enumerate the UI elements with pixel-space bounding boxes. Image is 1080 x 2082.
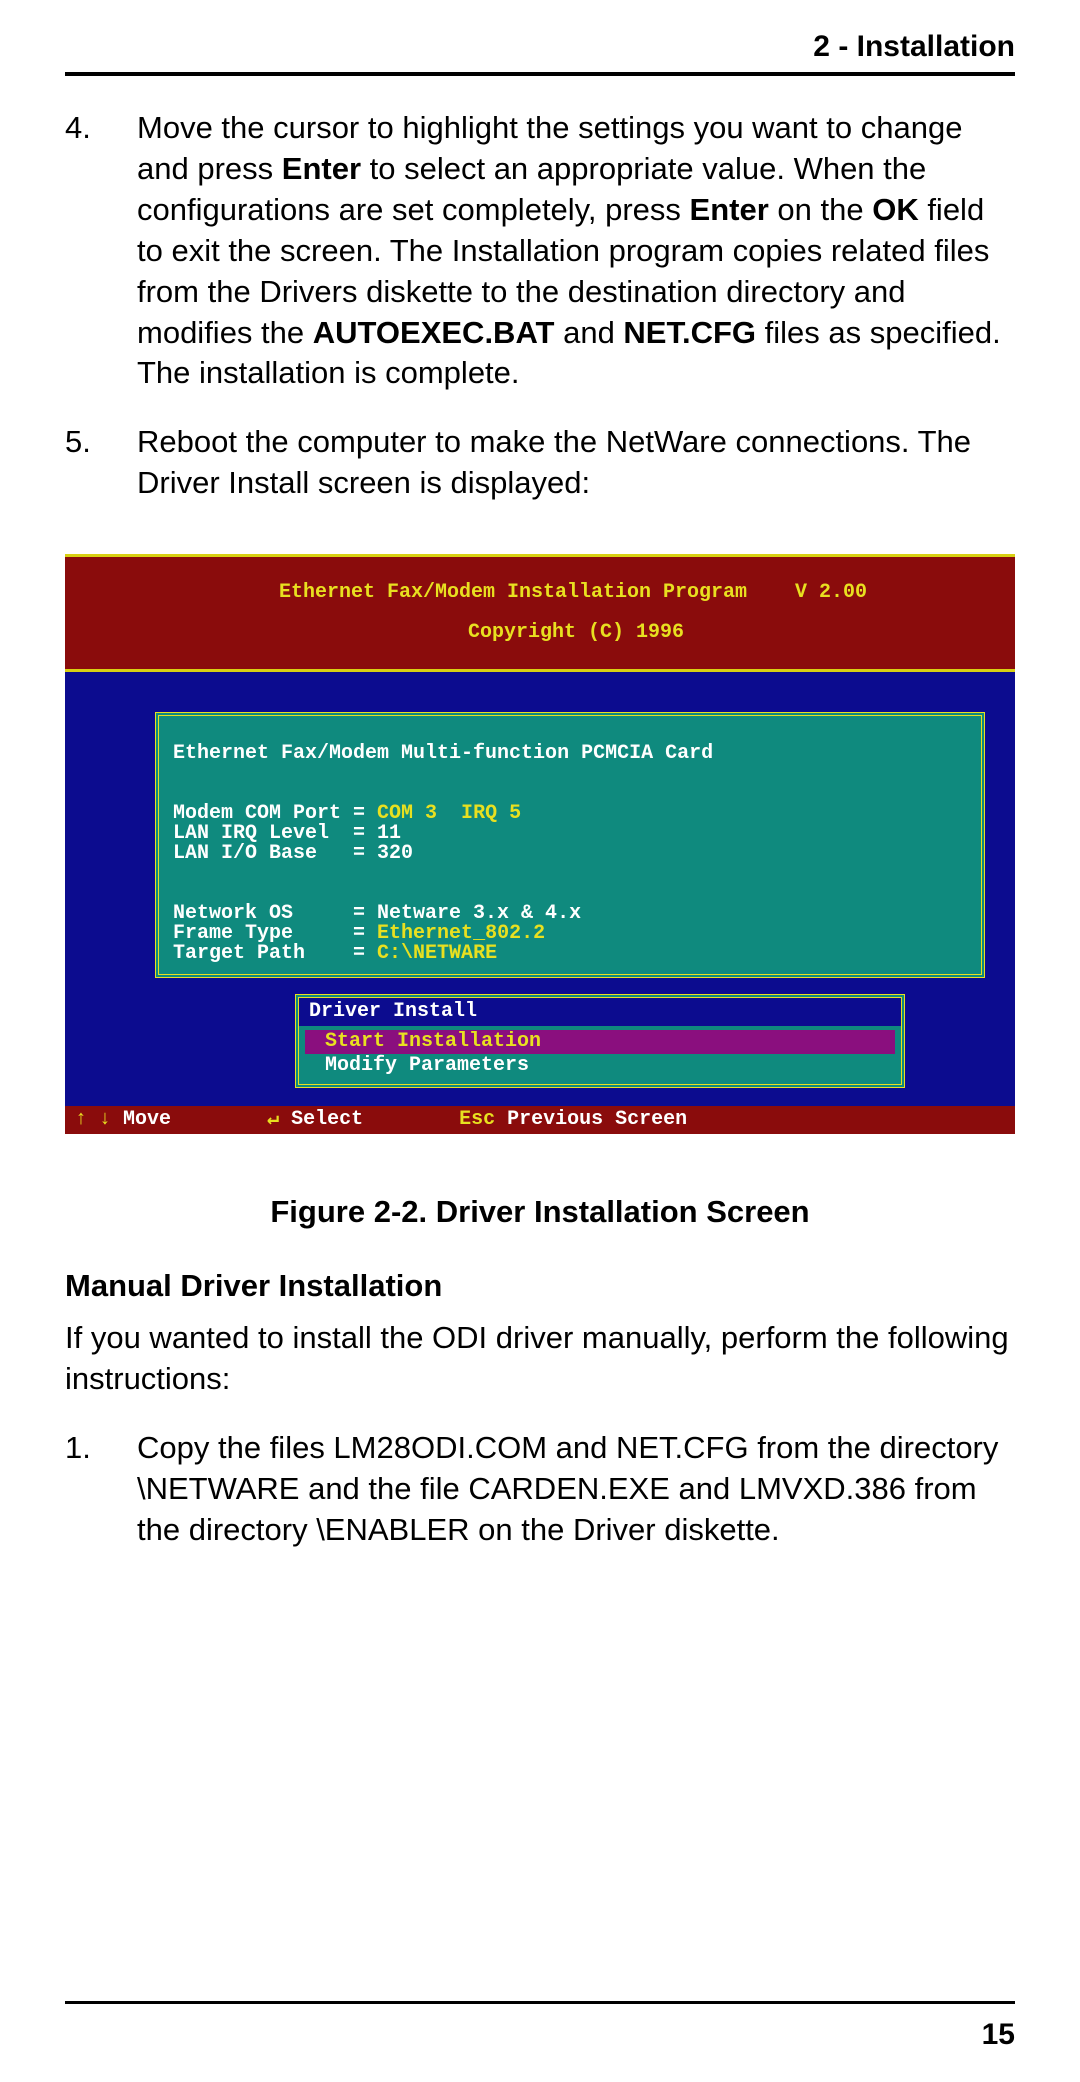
esc-label: Esc [459, 1108, 507, 1131]
header-rule [65, 72, 1015, 76]
menu-item[interactable]: Modify Parameters [305, 1054, 895, 1078]
bold-term: Enter [282, 151, 361, 186]
footer-move: Move [123, 1108, 171, 1131]
dos-title-line1: Ethernet Fax/Modem Installation Program [279, 581, 747, 604]
enter-icon: ↵ [267, 1108, 291, 1131]
dos-title-line2: Copyright (C) 1996 [468, 621, 684, 644]
highlighted-value: C:\NETWARE [377, 942, 497, 965]
dos-footer: ↑ ↓ Move ↵ Select Esc Previous Screen [65, 1106, 1015, 1134]
section-header: 2 - Installation [65, 30, 1015, 64]
footer-select: Select [291, 1108, 363, 1131]
instruction-step: 5.Reboot the computer to make the NetWar… [65, 422, 1015, 504]
step-body: Move the cursor to highlight the setting… [137, 108, 1015, 394]
dos-version: V 2.00 [795, 581, 873, 604]
bold-term: OK [872, 192, 919, 227]
footer-rule [65, 2001, 1015, 2004]
step-body: Copy the files LM28ODI.COM and NET.CFG f… [137, 1428, 1015, 1551]
page-number: 15 [65, 2018, 1015, 2052]
bold-term: Enter [690, 192, 769, 227]
text-run: Reboot the computer to make the NetWare … [137, 424, 971, 500]
step-number: 1. [65, 1428, 137, 1551]
manual-install-heading: Manual Driver Installation [65, 1268, 1015, 1304]
figure-caption: Figure 2-2. Driver Installation Screen [65, 1194, 1015, 1230]
dos-screenshot: Ethernet Fax/Modem Installation Program … [65, 554, 1015, 1134]
bold-term: NET.CFG [623, 315, 756, 350]
dos-body: Ethernet Fax/Modem Multi-function PCMCIA… [65, 672, 1015, 1106]
arrow-icons: ↑ ↓ [75, 1108, 123, 1131]
manual-install-intro: If you wanted to install the ODI driver … [65, 1318, 1015, 1400]
card-box: Ethernet Fax/Modem Multi-function PCMCIA… [155, 712, 985, 978]
driver-install-box: Driver Install Start Installation Modify… [295, 994, 905, 1088]
step-number: 4. [65, 108, 137, 394]
config-text: LAN IRQ Level = 11 LAN I/O Base = 320 [173, 822, 413, 865]
driver-install-title: Driver Install [299, 998, 901, 1026]
bold-term: AUTOEXEC.BAT [313, 315, 555, 350]
card-header: Ethernet Fax/Modem Multi-function PCMCIA… [173, 742, 713, 765]
footer-previous: Previous Screen [507, 1108, 687, 1131]
menu-item-selected[interactable]: Start Installation [305, 1030, 895, 1054]
config-text: Target Path = [173, 942, 377, 965]
instruction-step: 1.Copy the files LM28ODI.COM and NET.CFG… [65, 1428, 1015, 1551]
step-number: 5. [65, 422, 137, 504]
text-run: and [554, 315, 623, 350]
instruction-step: 4.Move the cursor to highlight the setti… [65, 108, 1015, 394]
text-run: Copy the files LM28ODI.COM and NET.CFG f… [137, 1430, 998, 1547]
text-run: on the [769, 192, 872, 227]
step-body: Reboot the computer to make the NetWare … [137, 422, 1015, 504]
dos-title-bar: Ethernet Fax/Modem Installation Program … [65, 554, 1015, 672]
